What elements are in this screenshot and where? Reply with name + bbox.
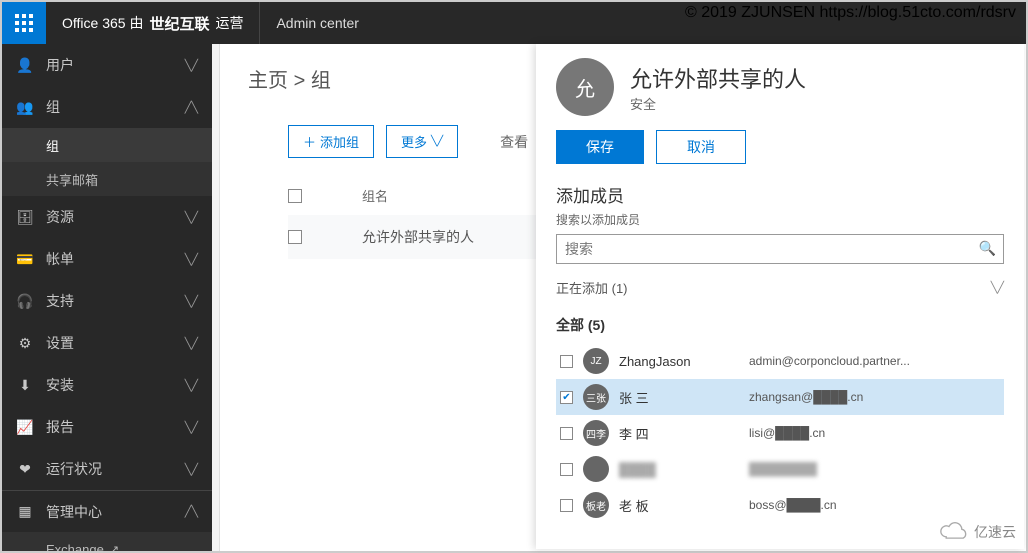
nav-setup[interactable]: ⬇安装╲╱ [2,364,212,406]
member-email: ████████ [749,462,817,476]
headset-icon: 🎧 [16,293,34,310]
chevron-down-icon: ╲╱ [431,136,443,147]
heartbeat-icon: ❤ [16,461,34,478]
member-avatar: 三张 [583,384,609,410]
member-avatar: JZ [583,348,609,374]
nav-settings[interactable]: ⚙设置╲╱ [2,322,212,364]
select-all-checkbox[interactable] [288,189,302,203]
more-button[interactable]: 更多 ╲╱ [386,125,458,158]
member-avatar [583,456,609,482]
resources-icon: 🗄 [16,209,34,226]
chevron-down-icon: ╲╱ [185,337,198,350]
crumb-home[interactable]: 主页 [248,70,288,92]
person-icon: 👤 [16,57,34,74]
corner-brand: 亿速云 [936,521,1016,543]
chart-icon: 📈 [16,419,34,436]
chevron-down-icon: ╲╱ [185,295,198,308]
left-nav: 👤用户 ╲╱ 👥组 ╱╲ 组 共享邮箱 🗄资源╲╱ 💳帐单╲╱ 🎧支持╲╱ ⚙设… [2,44,212,551]
member-row[interactable]: ✔ 三张张 三 zhangsan@████.cn [556,379,1004,415]
plus-icon: ＋ [303,132,316,151]
member-name: 张 三 [619,388,739,407]
watermark-text: © 2019 ZJUNSEN https://blog.51cto.com/rd… [685,4,1016,22]
gear-icon: ⚙ [16,335,34,352]
chevron-down-icon: ╲╱ [185,59,198,72]
chevron-down-icon: ╲╱ [185,379,198,392]
nav-support[interactable]: 🎧支持╲╱ [2,280,212,322]
crumb-group[interactable]: 组 [311,70,331,92]
group-avatar: 允 [556,58,614,116]
group-name-cell: 允许外部共享的人 [362,227,474,247]
cancel-button-top[interactable]: 取消 [656,130,746,164]
card-icon: 💳 [16,251,34,268]
nav-groups[interactable]: 👥组 ╱╲ [2,86,212,128]
download-icon: ⬇ [16,377,34,394]
nav-resources[interactable]: 🗄资源╲╱ [2,196,212,238]
member-name: 老 板 [619,496,739,515]
nav-reports[interactable]: 📈报告╲╱ [2,406,212,448]
adding-section-toggle[interactable]: 正在添加 (1) ╲╱ [556,278,1004,297]
nav-admin-centers[interactable]: ▦管理中心╱╲ [2,490,212,532]
member-name: ZhangJason [619,354,739,369]
chevron-up-icon: ╱╲ [185,505,198,518]
people-icon: 👥 [16,99,34,116]
member-avatar: 板老 [583,492,609,518]
sidebar-splitter[interactable] [212,44,220,551]
brand-label: Office 365 由世纪互联运营 [46,2,260,44]
member-email: lisi@████.cn [749,426,825,440]
member-email: zhangsan@████.cn [749,390,863,404]
nav-billing[interactable]: 💳帐单╲╱ [2,238,212,280]
member-row[interactable]: 板老老 板 boss@████.cn [556,487,1004,523]
member-row[interactable]: ████████████ [556,451,1004,487]
row-checkbox[interactable] [288,230,302,244]
member-checkbox[interactable]: ✔ [560,391,573,404]
waffle-icon [15,14,33,32]
search-icon[interactable]: 🔍 [979,240,996,257]
member-name: 李 四 [619,424,739,443]
member-list: JZ ZhangJason admin@corponcloud.partner...… [556,343,1004,523]
subnav-shared-mailbox[interactable]: 共享邮箱 [2,162,212,196]
view-link[interactable]: 查看 [500,132,528,152]
cloud-icon [936,521,970,543]
member-checkbox[interactable] [560,427,573,440]
chevron-down-icon: ╲╱ [185,211,198,224]
member-search-input[interactable] [556,234,1004,264]
chevron-down-icon: ╲╱ [185,253,198,266]
member-row[interactable]: JZ ZhangJason admin@corponcloud.partner... [556,343,1004,379]
member-checkbox[interactable] [560,499,573,512]
column-header-name[interactable]: 组名 [362,186,388,205]
panel-title: 允许外部共享的人 [630,62,806,94]
search-hint: 搜索以添加成员 [556,211,1004,228]
nav-health[interactable]: ❤运行状况╲╱ [2,448,212,490]
external-link-icon: ↗ [110,543,119,552]
member-avatar: 四李 [583,420,609,446]
member-name: ████ [619,462,739,477]
panel-subtitle: 安全 [630,94,806,113]
member-checkbox[interactable] [560,355,573,368]
detail-panel: 允 允许外部共享的人 安全 保存 取消 添加成员 搜索以添加成员 🔍 正在添加 … [536,44,1024,549]
all-members-heading: 全部 (5) [556,315,1004,335]
chevron-down-icon: ╲╱ [185,463,198,476]
admin-center-title: Admin center [260,15,374,31]
chevron-down-icon: ╲╱ [991,281,1004,294]
nav-users[interactable]: 👤用户 ╲╱ [2,44,212,86]
chevron-up-icon: ╱╲ [185,101,198,114]
add-group-button[interactable]: ＋添加组 [288,125,374,158]
subnav-exchange[interactable]: Exchange ↗ [2,532,212,551]
chevron-down-icon: ╲╱ [185,421,198,434]
app-launcher-button[interactable] [2,2,46,44]
add-members-heading: 添加成员 [556,182,1004,207]
admin-icon: ▦ [16,503,34,520]
member-row[interactable]: 四李李 四 lisi@████.cn [556,415,1004,451]
subnav-groups[interactable]: 组 [2,128,212,162]
member-email: boss@████.cn [749,498,837,512]
member-checkbox[interactable] [560,463,573,476]
save-button-top[interactable]: 保存 [556,130,644,164]
member-email: admin@corponcloud.partner... [749,354,910,368]
